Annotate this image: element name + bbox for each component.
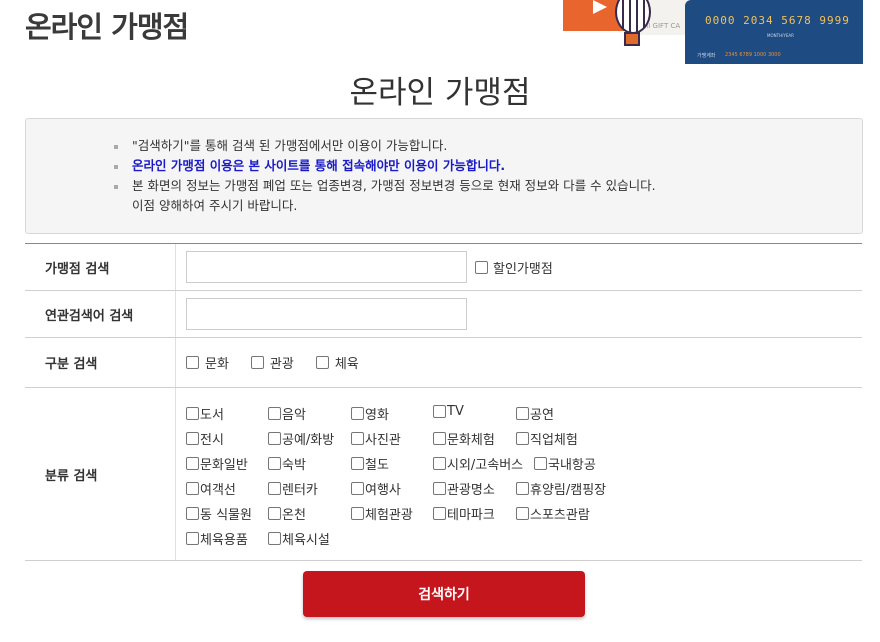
category-label: 전시 xyxy=(200,433,224,448)
notice-item-continued: 이점 양해하여 주시기 바랍니다. xyxy=(132,198,298,213)
discount-store-label: 할인가맹점 xyxy=(493,261,553,277)
category-label: 스포츠관람 xyxy=(530,508,590,523)
play-icon xyxy=(593,0,607,14)
category-checkbox[interactable] xyxy=(268,432,281,445)
category-checkbox[interactable] xyxy=(516,432,529,445)
card-graphic: 0000 2034 5678 9999 MONTH/YEAR 가맹계좌 2345… xyxy=(685,0,863,64)
category-checkbox[interactable] xyxy=(516,482,529,495)
notice-item: "검색하기"를 통해 검색 된 가맹점에서만 이용이 가능합니다. xyxy=(112,136,656,156)
category-checkbox[interactable] xyxy=(351,482,364,495)
search-form: 가맹점 검색 할인가맹점 연관검색어 검색 구분 검색 문화 관광 체육 분류 … xyxy=(25,243,862,561)
category-label: 동 식물원 xyxy=(200,508,252,523)
category-label: 문화체험 xyxy=(447,433,495,448)
category-label: 숙박 xyxy=(282,458,306,473)
notice-list: "검색하기"를 통해 검색 된 가맹점에서만 이용이 가능합니다. 온라인 가맹… xyxy=(112,136,656,216)
category-checkbox[interactable] xyxy=(516,407,529,420)
category-checkbox[interactable] xyxy=(186,407,199,420)
category-label: 시외/고속버스 xyxy=(447,458,524,473)
category-label: 테마파크 xyxy=(447,508,495,523)
header-title: 온라인 가맹점 xyxy=(25,10,189,44)
category-checkbox[interactable] xyxy=(268,407,281,420)
category-label: 관광명소 xyxy=(447,483,495,498)
category-checkbox[interactable] xyxy=(433,432,446,445)
gift-card-text: HI GIFT CA xyxy=(643,22,681,30)
type-culture-label: 문화 xyxy=(205,357,229,372)
search-button[interactable]: 검색하기 xyxy=(303,571,585,617)
type-culture-checkbox[interactable] xyxy=(186,356,199,369)
category-label: 문화일반 xyxy=(200,458,248,473)
category-checkbox[interactable] xyxy=(351,432,364,445)
notice-item-highlight: 온라인 가맹점 이용은 본 사이트를 통해 접속해야만 이용이 가능합니다. xyxy=(112,156,656,176)
balloon-basket-icon xyxy=(624,32,640,46)
category-checkbox[interactable] xyxy=(268,532,281,545)
category-label: 철도 xyxy=(365,458,389,473)
promo-banner[interactable]: HI GIFT CA 0000 2034 5678 9999 MONTH/YEA… xyxy=(563,0,863,64)
category-checkbox[interactable] xyxy=(516,507,529,520)
related-search-input[interactable] xyxy=(186,298,467,330)
category-label: 영화 xyxy=(365,408,389,423)
category-checkbox[interactable] xyxy=(268,507,281,520)
category-label: 휴양림/캠핑장 xyxy=(530,483,607,498)
category-checkbox[interactable] xyxy=(534,457,547,470)
category-label: 체육용품 xyxy=(200,533,248,548)
card-foot-label: 가맹계좌 xyxy=(697,53,716,59)
store-search-input[interactable] xyxy=(186,251,467,283)
category-label: 국내항공 xyxy=(548,458,596,473)
category-label: 공예/화방 xyxy=(282,433,335,448)
category-checkbox[interactable] xyxy=(186,507,199,520)
type-search-label: 구분 검색 xyxy=(25,338,176,387)
category-label: 사진관 xyxy=(365,433,401,448)
type-sports-label: 체육 xyxy=(334,357,359,372)
category-label: 온천 xyxy=(282,508,306,523)
card-expiry-label: MONTH/YEAR xyxy=(767,33,794,38)
category-search-label: 분류 검색 xyxy=(25,388,176,560)
card-foot-number: 2345 6789 1000 3000 xyxy=(725,52,781,58)
category-label: TV xyxy=(447,404,464,419)
store-search-label: 가맹점 검색 xyxy=(25,244,176,290)
category-checkbox[interactable] xyxy=(351,457,364,470)
category-checkbox[interactable] xyxy=(268,457,281,470)
related-search-row: 연관검색어 검색 xyxy=(25,291,862,338)
category-label: 체육시설 xyxy=(282,533,330,548)
card-number: 0000 2034 5678 9999 xyxy=(705,14,850,27)
category-label: 음악 xyxy=(282,408,306,423)
category-label: 여객선 xyxy=(200,483,236,498)
category-checkbox[interactable] xyxy=(433,457,446,470)
related-search-label: 연관검색어 검색 xyxy=(25,291,176,337)
category-checkbox[interactable] xyxy=(433,482,446,495)
category-checkbox[interactable] xyxy=(186,432,199,445)
category-checkbox[interactable] xyxy=(186,457,199,470)
category-checkbox[interactable] xyxy=(433,507,446,520)
category-label: 체험관광 xyxy=(365,508,413,523)
category-label: 직업체험 xyxy=(530,433,578,448)
discount-store-checkbox[interactable] xyxy=(475,260,488,274)
category-label: 여행사 xyxy=(365,483,401,498)
category-checkbox[interactable] xyxy=(186,532,199,545)
category-label: 렌터카 xyxy=(282,483,318,498)
category-label: 공연 xyxy=(530,408,554,423)
type-tourism-checkbox[interactable] xyxy=(250,356,264,369)
category-checkbox[interactable] xyxy=(268,482,281,495)
category-checkbox[interactable] xyxy=(351,407,364,420)
type-sports-checkbox[interactable] xyxy=(315,356,329,369)
category-checkbox[interactable] xyxy=(186,482,199,495)
category-grid: 도서 음악 영화 TV 공연 전시 공예/화방 사진관 문화체험 직업체험 문화… xyxy=(176,388,862,560)
notice-box: "검색하기"를 통해 검색 된 가맹점에서만 이용이 가능합니다. 온라인 가맹… xyxy=(25,118,863,234)
page-title: 온라인 가맹점 xyxy=(349,75,531,111)
category-label: 도서 xyxy=(200,408,224,423)
type-tourism-label: 관광 xyxy=(269,357,294,372)
store-search-row: 가맹점 검색 할인가맹점 xyxy=(25,244,862,291)
notice-item: 본 화면의 정보는 가맹점 폐업 또는 업종변경, 가맹점 정보변경 등으로 현… xyxy=(112,176,656,196)
category-checkbox[interactable] xyxy=(433,405,446,418)
type-search-row: 구분 검색 문화 관광 체육 xyxy=(25,338,862,388)
category-checkbox[interactable] xyxy=(351,507,364,520)
category-search-row: 분류 검색 도서 음악 영화 TV 공연 전시 공예/화방 사진관 문화체험 직… xyxy=(25,388,862,561)
